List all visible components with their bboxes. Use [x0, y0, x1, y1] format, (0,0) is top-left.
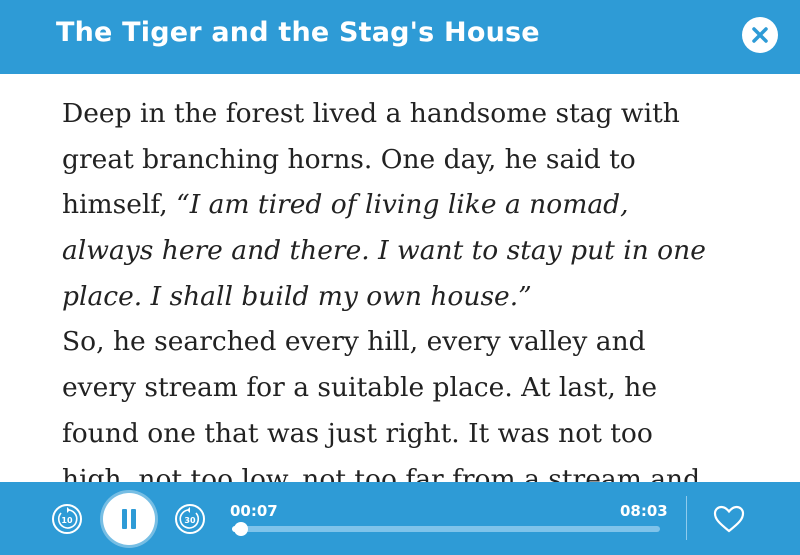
skip-back-button[interactable]: 10 [52, 504, 82, 534]
current-time: 00:07 [230, 502, 278, 520]
pause-button[interactable] [103, 493, 155, 545]
story-line: So, he searched every hill, every valley… [62, 326, 646, 358]
progress-handle[interactable] [234, 522, 249, 536]
progress-slider[interactable] [232, 522, 660, 536]
story-line: himself, “I am tired of living like a no… [62, 189, 629, 221]
audio-story-window: The Tiger and the Stag's House Deep in t… [0, 0, 800, 555]
divider [686, 496, 687, 540]
heart-icon[interactable] [712, 504, 746, 534]
story-content[interactable]: Deep in the forest lived a handsome stag… [0, 74, 800, 482]
close-button[interactable] [742, 17, 778, 53]
audio-player-bar: 10 30 00:07 08:03 [0, 482, 800, 555]
story-line: always here and there. I want to stay pu… [62, 235, 706, 267]
story-line: Deep in the forest lived a handsome stag… [62, 98, 680, 129]
story-line: place. I shall build my own house.” [62, 280, 532, 312]
header-bar: The Tiger and the Stag's House [0, 0, 800, 74]
close-icon [752, 27, 768, 43]
story-title: The Tiger and the Stag's House [56, 17, 540, 48]
total-time: 08:03 [620, 502, 668, 520]
story-line: found one that was just right. It was no… [62, 417, 653, 449]
fast-forward-icon: 30 [179, 507, 200, 529]
pause-icon [122, 509, 127, 529]
skip-back-label: 10 [61, 516, 73, 525]
story-text: Deep in the forest lived a handsome stag… [62, 91, 782, 482]
story-line: high, not too low, not too far from a st… [62, 463, 701, 483]
rewind-icon: 10 [57, 507, 78, 529]
skip-forward-label: 30 [184, 516, 196, 525]
skip-forward-button[interactable]: 30 [175, 504, 205, 534]
story-line: great branching horns. One day, he said … [62, 143, 636, 175]
story-line: every stream for a suitable place. At la… [62, 372, 658, 404]
